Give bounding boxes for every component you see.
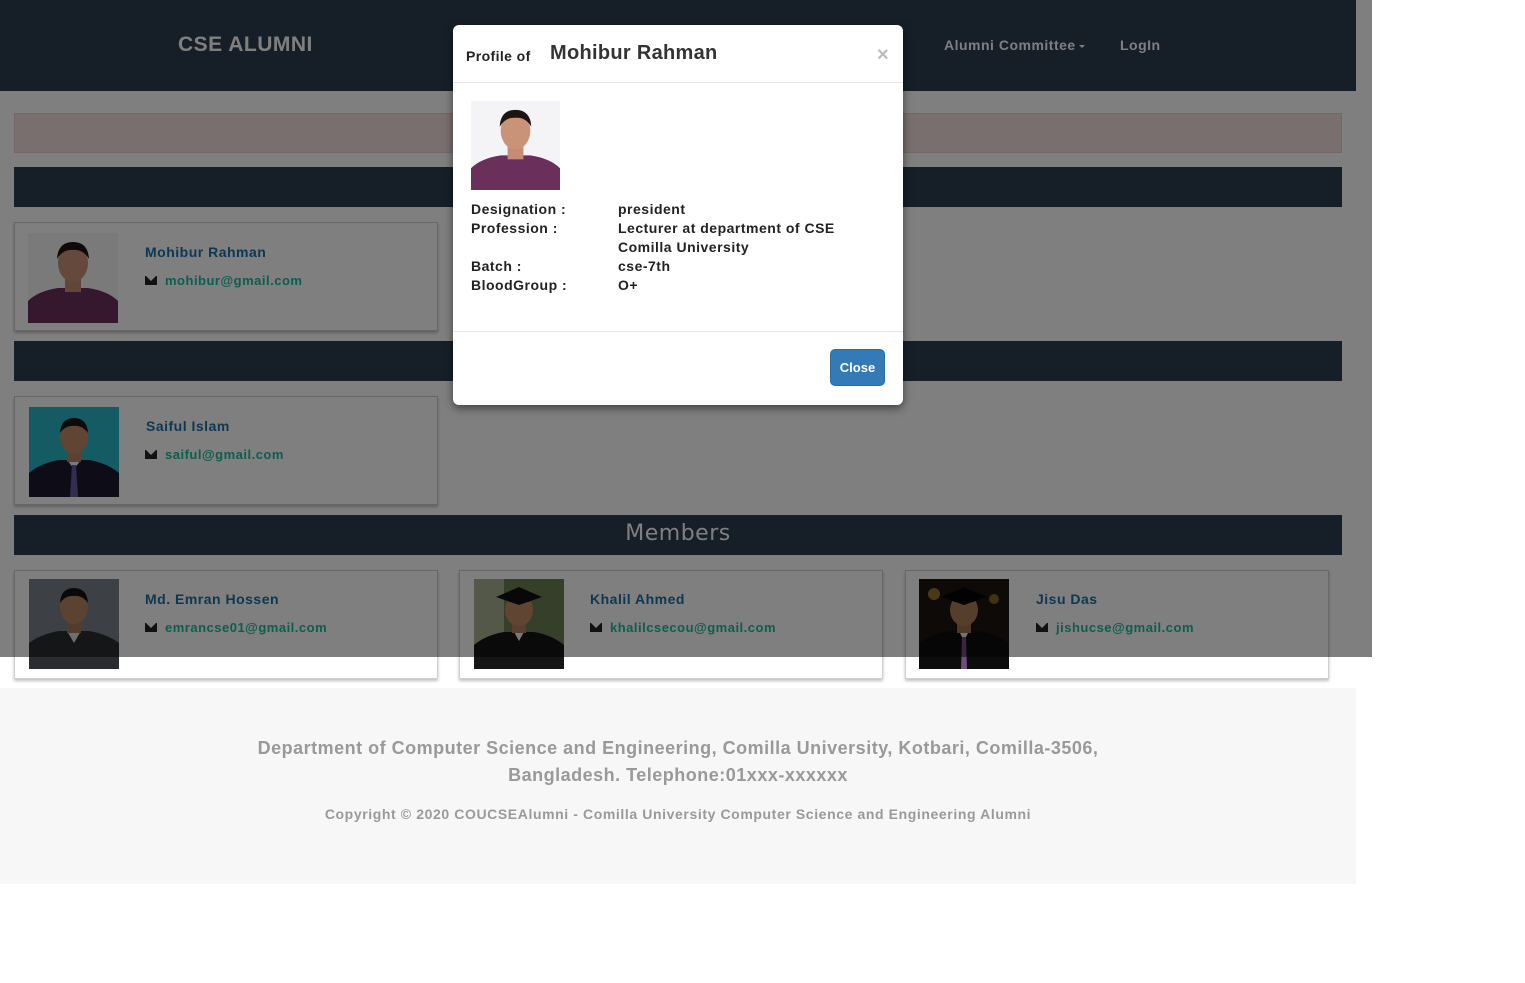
detail-value-batch: cse-7th xyxy=(618,258,671,274)
detail-label-profession: Profession : xyxy=(471,220,558,236)
footer-address: Department of Computer Science and Engin… xyxy=(257,738,1099,785)
modal-header: Profile of Mohibur Rahman × xyxy=(453,25,903,83)
close-button[interactable]: Close xyxy=(830,349,885,386)
modal-footer-divider xyxy=(453,331,903,332)
detail-label-batch: Batch : xyxy=(471,258,522,274)
modal-title-prefix: Profile of xyxy=(466,48,531,64)
profile-modal: Profile of Mohibur Rahman × Designation … xyxy=(453,25,903,405)
detail-value-designation: president xyxy=(618,201,686,217)
detail-label-bloodgroup: BloodGroup : xyxy=(471,277,568,293)
footer-copyright: Copyright © 2020 COUCSEAlumni - Comilla … xyxy=(324,806,1032,822)
modal-title: Mohibur Rahman xyxy=(550,42,718,64)
detail-label-designation: Designation : xyxy=(471,201,567,217)
detail-value-bloodgroup: O+ xyxy=(618,277,639,293)
footer: Department of Computer Science and Engin… xyxy=(0,688,1356,884)
page: CSE ALUMNI Alumni Committee LogIn A s xyxy=(0,0,1525,983)
detail-value-profession: Lecturer at department of CSE Comilla Un… xyxy=(618,220,835,255)
close-icon[interactable]: × xyxy=(877,44,889,67)
profile-photo xyxy=(471,101,560,190)
